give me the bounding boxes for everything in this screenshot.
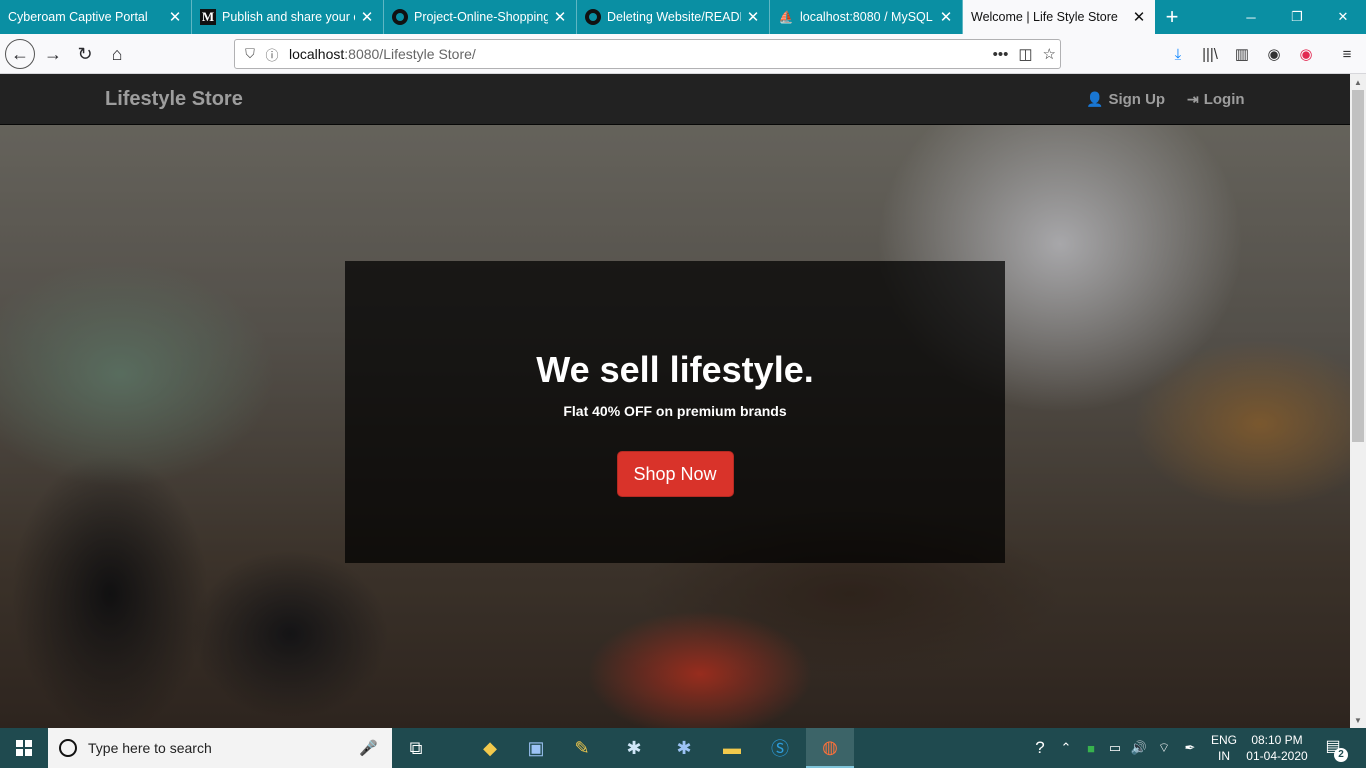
tab-title: Cyberoam Captive Portal: [8, 10, 148, 24]
info-icon[interactable]: ⓘ: [261, 40, 283, 68]
tools-icon[interactable]: ✎: [558, 728, 606, 768]
clock-time: 08:10 PM: [1251, 733, 1303, 747]
sidebar-icon[interactable]: ▥: [1227, 39, 1257, 69]
url-host: localhost: [289, 46, 345, 62]
notification-count: 2: [1334, 748, 1348, 762]
tab-title: Welcome | Life Style Store: [971, 10, 1118, 24]
address-bar[interactable]: ⛉ ⓘ localhost:8080/Lifestyle Store/ ••• …: [234, 39, 1061, 69]
close-tab-icon[interactable]: ✕: [1127, 8, 1151, 26]
firefox-icon[interactable]: ◍: [806, 728, 854, 768]
record-icon[interactable]: ◉: [1291, 39, 1321, 69]
url-path: :8080/Lifestyle Store/: [344, 46, 476, 62]
tab-phpmyadmin[interactable]: ⛵ localhost:8080 / MySQL / ✕: [770, 0, 963, 34]
wifi-icon[interactable]: ⌔: [1152, 728, 1176, 768]
reload-button[interactable]: ↻: [70, 39, 100, 69]
phpmyadmin-icon: ⛵: [778, 10, 794, 24]
pen-icon[interactable]: ✒: [1178, 728, 1202, 768]
github-icon: [392, 9, 408, 25]
network-app-2-icon[interactable]: ✱: [660, 728, 708, 768]
menu-icon[interactable]: ≡: [1332, 39, 1362, 69]
close-tab-icon[interactable]: ✕: [741, 8, 765, 26]
region-code: IN: [1218, 749, 1230, 763]
lang-code: ENG: [1210, 733, 1237, 747]
github-icon: [585, 9, 601, 25]
pocket-icon[interactable]: ◫: [1018, 45, 1032, 63]
page-scrollbar[interactable]: ▲ ▼: [1350, 74, 1366, 728]
banner-headline: We sell lifestyle.: [536, 349, 814, 390]
start-button[interactable]: [0, 728, 48, 768]
close-tab-icon[interactable]: ✕: [355, 8, 379, 26]
browser-toolbar: ← → ↻ ⌂ ⛉ ⓘ localhost:8080/Lifestyle Sto…: [0, 34, 1366, 74]
signup-link[interactable]: 👤 Sign Up: [1086, 91, 1165, 108]
help-icon[interactable]: ?: [1028, 728, 1052, 768]
hero-banner: We sell lifestyle. Flat 40% OFF on premi…: [345, 261, 1005, 563]
scroll-up-icon[interactable]: ▲: [1350, 74, 1366, 90]
tab-lifestyle-store[interactable]: Welcome | Life Style Store ✕: [963, 0, 1155, 34]
brand-logo-link[interactable]: Lifestyle Store: [105, 88, 243, 111]
skype-icon[interactable]: Ⓢ: [756, 728, 804, 768]
new-tab-button[interactable]: +: [1155, 0, 1189, 34]
tab-strip: Cyberoam Captive Portal ✕ M Publish and …: [0, 0, 1366, 34]
search-placeholder: Type here to search: [88, 740, 212, 756]
language-indicator[interactable]: ENG IN: [1208, 732, 1240, 764]
back-button[interactable]: ←: [5, 39, 35, 69]
minimize-button[interactable]: ─: [1228, 0, 1274, 34]
close-window-button[interactable]: ✕: [1320, 0, 1366, 34]
downloads-icon[interactable]: ⤓: [1163, 39, 1193, 69]
tab-cyberoam[interactable]: Cyberoam Captive Portal ✕: [0, 0, 192, 34]
close-tab-icon[interactable]: ✕: [548, 8, 572, 26]
tab-title: Publish and share your o: [222, 10, 355, 24]
python-icon[interactable]: ◆: [466, 728, 514, 768]
page-actions-icon[interactable]: •••: [993, 46, 1009, 63]
tab-github-readme[interactable]: Deleting Website/READM ✕: [577, 0, 770, 34]
action-center-icon[interactable]: ▤ 2: [1320, 736, 1348, 762]
shop-now-button[interactable]: Shop Now: [616, 451, 734, 497]
library-icon[interactable]: |||\: [1195, 39, 1225, 69]
cortana-icon: [59, 739, 77, 757]
home-button[interactable]: ⌂: [102, 39, 132, 69]
forward-button[interactable]: →: [38, 39, 68, 69]
site-navbar: Lifestyle Store 👤 Sign Up ⇥ Login: [0, 74, 1350, 125]
medium-icon: M: [200, 9, 216, 25]
network-app-icon[interactable]: ✱: [610, 728, 658, 768]
tab-medium[interactable]: M Publish and share your o ✕: [192, 0, 384, 34]
user-icon: 👤: [1086, 91, 1104, 107]
taskbar: Type here to search 🎤 ⧉ ◆ ▣ ✎ ✱ ✱ ▬ Ⓢ ◍ …: [0, 728, 1366, 768]
windows-icon: [16, 740, 32, 756]
url-text[interactable]: localhost:8080/Lifestyle Store/: [289, 46, 476, 62]
signup-label: Sign Up: [1108, 91, 1166, 108]
file-explorer-icon[interactable]: ▬: [708, 728, 756, 768]
clock[interactable]: 08:10 PM 01-04-2020: [1240, 732, 1314, 764]
banner-subtitle: Flat 40% OFF on premium brands: [563, 403, 787, 419]
login-label: Login: [1203, 91, 1245, 108]
bookmark-star-icon[interactable]: ☆: [1043, 45, 1056, 63]
close-tab-icon[interactable]: ✕: [163, 8, 187, 26]
volume-icon[interactable]: 🔊: [1128, 728, 1150, 768]
clock-date: 01-04-2020: [1246, 749, 1308, 763]
restore-button[interactable]: ❐: [1274, 0, 1320, 34]
close-tab-icon[interactable]: ✕: [934, 8, 958, 26]
show-hidden-icons[interactable]: ⌃: [1056, 728, 1076, 768]
taskbar-search[interactable]: Type here to search 🎤: [48, 728, 392, 768]
login-icon: ⇥: [1187, 91, 1199, 107]
nvidia-icon[interactable]: ■: [1080, 728, 1102, 768]
shield-icon[interactable]: ⛉: [239, 40, 261, 68]
page-viewport: Lifestyle Store 👤 Sign Up ⇥ Login We sel…: [0, 74, 1350, 728]
tab-github-project[interactable]: Project-Online-Shopping ✕: [384, 0, 577, 34]
microphone-icon[interactable]: 🎤: [359, 739, 378, 757]
tab-title: Deleting Website/READM: [607, 10, 741, 24]
scroll-thumb[interactable]: [1352, 90, 1364, 442]
scroll-down-icon[interactable]: ▼: [1350, 712, 1366, 728]
task-view-icon[interactable]: ⧉: [392, 728, 440, 768]
account-icon[interactable]: ◉: [1259, 39, 1289, 69]
battery-icon[interactable]: ▭: [1104, 728, 1126, 768]
login-link[interactable]: ⇥ Login: [1187, 91, 1245, 108]
tab-title: localhost:8080 / MySQL /: [800, 10, 934, 24]
outlook-icon[interactable]: ▣: [512, 728, 560, 768]
tab-title: Project-Online-Shopping: [414, 10, 548, 24]
